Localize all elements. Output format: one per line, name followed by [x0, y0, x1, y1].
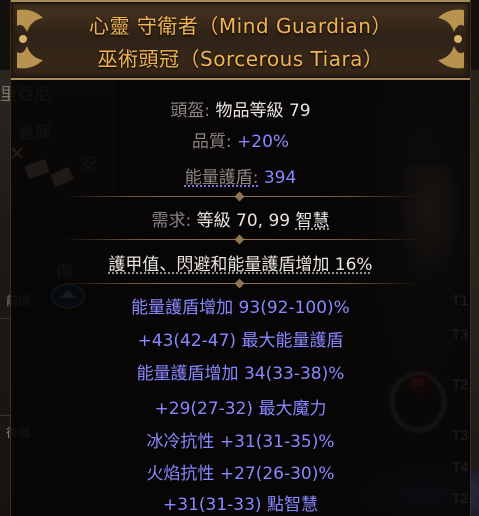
explicit-mod: 能量護盾增加 93(92-100)% — [131, 298, 350, 318]
separator — [63, 196, 418, 197]
energy-shield-line: 能量護盾: 394 — [11, 163, 470, 188]
item-level: 物品等級 79 — [215, 101, 311, 121]
implicit-mod: 護甲值、閃避和能量護盾增加 16% — [11, 250, 470, 275]
item-class-label: 頭盔: — [170, 101, 211, 121]
tooltip-header: 心靈 守衛者（Mind Guardian） 巫術頭冠（Sorcerous Tia… — [11, 0, 470, 80]
energy-shield-label: 能量護盾: — [184, 168, 259, 188]
item-tooltip: 心靈 守衛者（Mind Guardian） 巫術頭冠（Sorcerous Tia… — [10, 0, 471, 516]
requirements-line: 需求: 等級 70, 99 智慧 — [11, 206, 470, 231]
implicit-mod-text: 護甲值、閃避和能量護盾增加 16% — [108, 255, 373, 275]
explicit-mod: +29(27-32) 最大魔力 — [154, 399, 327, 419]
explicit-mod: 火焰抗性 +27(26-30)% — [146, 464, 335, 484]
item-name: 心靈 守衛者（Mind Guardian） — [89, 14, 392, 38]
req-level-label: 等級 — [196, 211, 231, 231]
separator — [63, 239, 418, 240]
explicit-mod: +31(31-33) 點智慧 — [163, 495, 318, 515]
explicit-mod: +43(42-47) 最大能量護盾 — [137, 331, 344, 351]
item-class-line: 頭盔: 物品等級 79 — [11, 96, 470, 121]
requirements-label: 需求: — [151, 211, 192, 231]
explicit-mod: 能量護盾增加 34(33-38)% — [136, 364, 345, 384]
explicit-mod: 冰冷抗性 +31(31-35)% — [146, 432, 335, 452]
energy-shield-value: 394 — [263, 168, 297, 188]
req-int-label: 智慧 — [295, 211, 330, 231]
req-int-value: 99 — [268, 211, 291, 231]
quality-value: +20% — [237, 132, 290, 152]
req-level-value: 70, — [236, 211, 264, 231]
quality-line: 品質: +20% — [11, 127, 470, 152]
item-base-type: 巫術頭冠（Sorcerous Tiara） — [97, 47, 384, 71]
separator — [63, 283, 418, 284]
quality-label: 品質: — [191, 132, 232, 152]
